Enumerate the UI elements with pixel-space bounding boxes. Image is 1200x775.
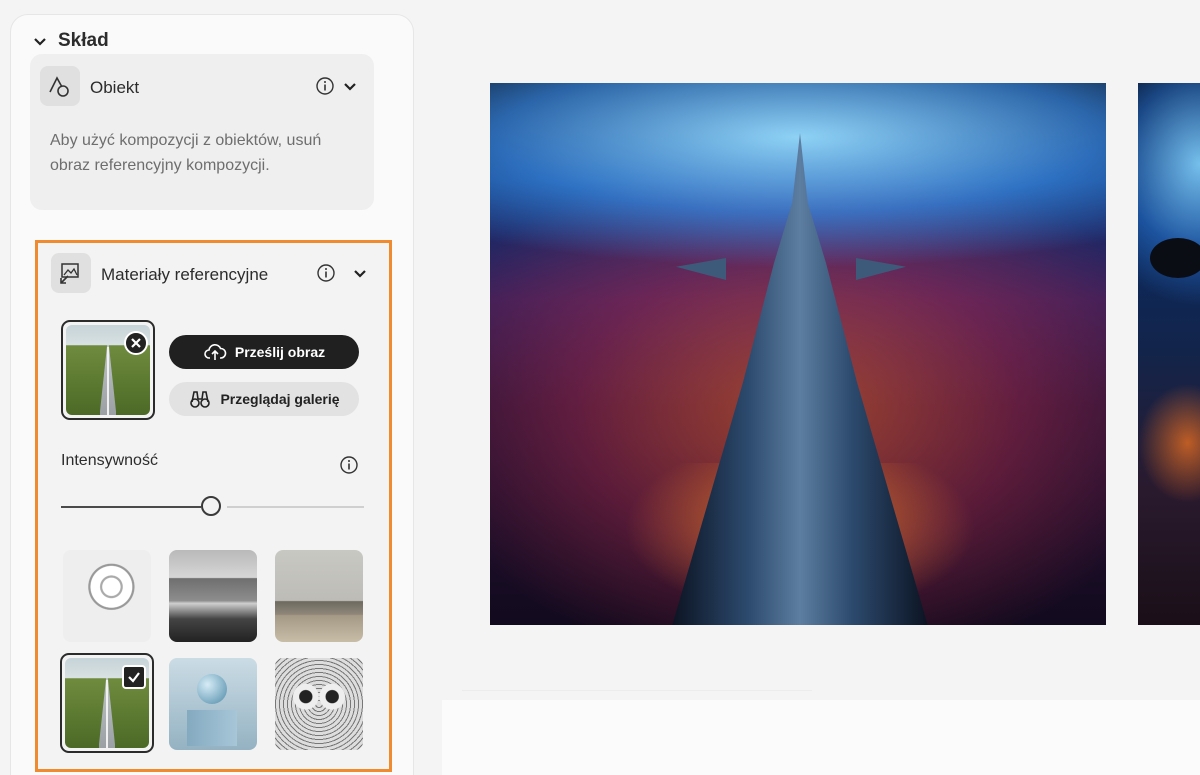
object-title: Obiekt <box>90 78 140 97</box>
gallery-item-owl-sketch[interactable] <box>275 658 363 750</box>
section-header[interactable]: Skład <box>32 30 109 52</box>
binoculars-icon <box>190 391 211 408</box>
browse-label: Przeglądaj galerię <box>220 391 340 407</box>
upload-image-button[interactable]: Prześlij obraz <box>169 335 359 369</box>
chevron-down-icon[interactable] <box>342 78 358 94</box>
generated-image-spaceship[interactable] <box>490 83 1106 625</box>
shapes-icon <box>40 66 80 106</box>
chevron-down-icon <box>34 38 46 46</box>
info-icon[interactable] <box>316 263 336 283</box>
browse-gallery-button[interactable]: Przeglądaj galerię <box>169 382 359 416</box>
intensity-slider-track[interactable] <box>227 506 364 508</box>
bottom-card <box>442 700 1200 775</box>
check-icon <box>128 672 140 683</box>
info-icon[interactable] <box>339 455 359 475</box>
intensity-slider-fill[interactable] <box>61 506 201 508</box>
gallery-item-bird-sketch[interactable] <box>63 550 151 642</box>
upload-label: Prześlij obraz <box>234 344 326 360</box>
generated-image-secondary[interactable] <box>1138 83 1200 625</box>
reference-materials-card: Materiały referencyjne Prześlij obraz Pr… <box>35 240 392 772</box>
object-description: Aby użyć kompozycji z obiektów, usuń obr… <box>50 132 322 174</box>
selected-checkmark <box>122 665 146 689</box>
section-title: Skład <box>58 30 109 51</box>
gallery-item-road-field[interactable] <box>60 653 154 753</box>
gallery-item-sphere-on-cube[interactable] <box>169 658 257 750</box>
divider <box>462 690 812 691</box>
reference-image-thumbnail[interactable] <box>61 320 155 420</box>
object-card: Obiekt Aby użyć kompozycji z obiektów, u… <box>30 54 374 210</box>
image-reference-icon <box>51 253 91 293</box>
intensity-label: Intensywność <box>61 452 158 469</box>
close-icon <box>131 338 141 348</box>
info-icon[interactable] <box>315 76 335 96</box>
remove-image-button[interactable] <box>124 331 148 355</box>
chevron-down-icon[interactable] <box>352 265 368 281</box>
intensity-slider-thumb[interactable] <box>201 496 221 516</box>
cloud-upload-icon <box>204 344 227 360</box>
reference-title: Materiały referencyjne <box>101 265 269 284</box>
gallery-item-misty-mountains[interactable] <box>169 550 257 642</box>
gallery-item-living-room[interactable] <box>275 550 363 642</box>
